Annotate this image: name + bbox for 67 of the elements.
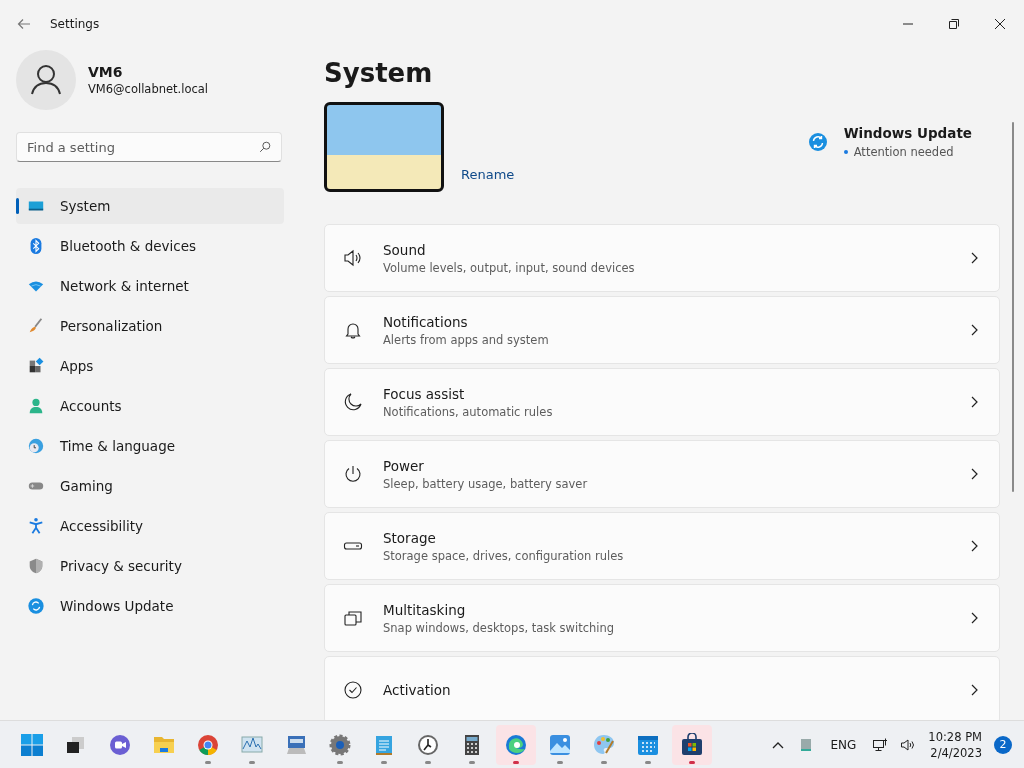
settings-card[interactable]: Sound Volume levels, output, input, sound devices — [324, 224, 1000, 292]
bell-icon — [343, 320, 363, 340]
page-title: System — [324, 58, 434, 88]
language-indicator[interactable]: ENG — [830, 737, 857, 752]
update-status: Attention needed — [853, 145, 954, 159]
notification-badge[interactable]: 2 — [994, 735, 1012, 754]
clock-icon — [27, 437, 45, 455]
browser-icon — [196, 732, 220, 757]
settings-card[interactable]: Notifications Alerts from apps and system — [324, 296, 1000, 364]
sidebar-item[interactable]: Accessibility — [16, 508, 284, 544]
person-icon — [27, 397, 45, 415]
sidebar-item[interactable]: Windows Update — [16, 588, 284, 624]
accessibility-icon — [27, 517, 45, 535]
chevron-icon — [969, 323, 979, 337]
chevron-icon — [969, 539, 979, 553]
window-title: Settings — [50, 17, 101, 31]
chevron-icon — [969, 611, 979, 625]
chevron-icon — [969, 467, 979, 481]
store-icon — [680, 732, 704, 757]
photos-icon — [548, 732, 572, 757]
gear-icon — [328, 732, 352, 757]
sidebar-item[interactable]: Apps — [16, 348, 284, 384]
chat-icon — [108, 732, 132, 757]
power-icon — [343, 464, 363, 484]
sidebar-item[interactable]: Accounts — [16, 388, 284, 424]
shield-icon — [27, 557, 45, 575]
close-icon[interactable] — [992, 16, 1008, 32]
sidebar-item[interactable]: Personalization — [16, 308, 284, 344]
settings-card[interactable]: Multitasking Snap windows, desktops, task switching — [324, 584, 1000, 652]
moon-icon — [343, 392, 363, 412]
speaker-icon[interactable] — [900, 736, 917, 753]
search-icon[interactable] — [258, 140, 272, 154]
search-field[interactable]: Find a setting — [16, 132, 282, 162]
sidebar-item[interactable]: Privacy & security — [16, 548, 284, 584]
rename-link[interactable]: Rename — [461, 167, 515, 182]
apps-icon — [27, 357, 45, 375]
sidebar-item[interactable]: Bluetooth & devices — [16, 228, 284, 264]
update-icon[interactable] — [807, 132, 828, 152]
update-title[interactable]: Windows Update — [843, 125, 972, 141]
update-icon — [27, 597, 45, 615]
settings-card[interactable]: Storage Storage space, drives, configuration rules — [324, 512, 1000, 580]
brush-icon — [27, 317, 45, 335]
taskbar-app[interactable] — [672, 724, 712, 765]
restore-icon[interactable] — [946, 16, 962, 32]
check-icon — [343, 680, 363, 700]
chevron-icon — [969, 395, 979, 409]
alarm-icon — [416, 732, 440, 757]
clock[interactable]: 10:28 PM 2/4/2023 — [928, 728, 982, 761]
paint-icon — [592, 732, 616, 757]
chevron-icon — [969, 683, 979, 697]
settings-card[interactable]: Focus assist Notifications, automatic rules — [324, 368, 1000, 436]
chevron-icon — [969, 251, 979, 265]
sidebar-item[interactable]: Time & language — [16, 428, 284, 464]
status-dot-icon — [843, 150, 848, 154]
back-arrow-icon[interactable] — [16, 16, 32, 32]
network-icon[interactable] — [872, 736, 889, 753]
start-icon — [20, 732, 44, 757]
avatar-icon[interactable] — [16, 50, 76, 110]
windows-icon — [343, 608, 363, 628]
speaker-icon — [343, 248, 363, 268]
settings-card[interactable]: Activation — [324, 656, 1000, 720]
settings-card[interactable]: Power Sleep, battery usage, battery saver — [324, 440, 1000, 508]
account-email: VM6@collabnet.local — [88, 82, 209, 96]
sidebar-item[interactable]: System — [16, 188, 284, 224]
account-name: VM6 — [88, 64, 124, 80]
sidebar-item[interactable]: Network & internet — [16, 268, 284, 304]
sidebar-item[interactable]: Gaming — [16, 468, 284, 504]
